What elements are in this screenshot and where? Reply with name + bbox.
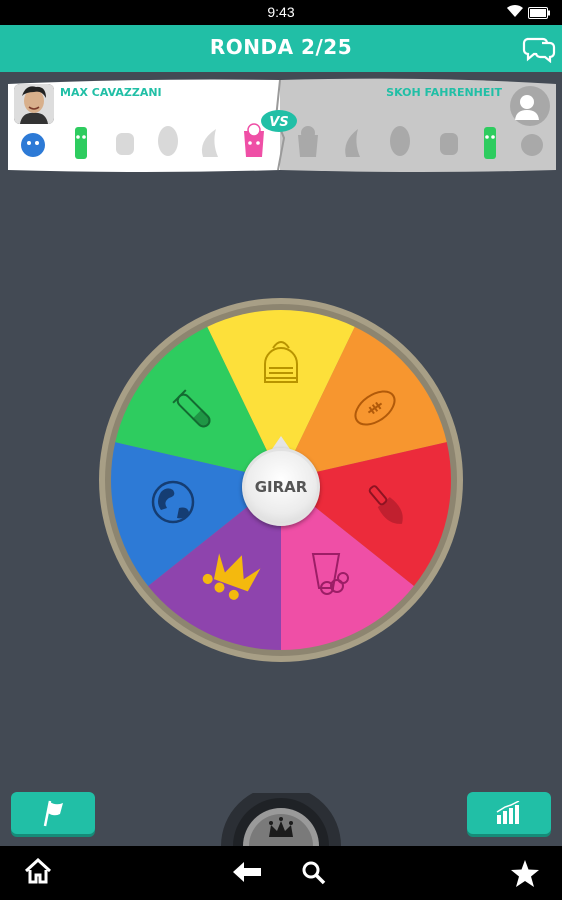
versus-bar: MAX CAVAZZANI SKOH FAHRENHEIT ? VS xyxy=(6,78,558,174)
svg-text:?: ? xyxy=(536,101,545,120)
chat-icon[interactable] xyxy=(522,35,556,67)
player1-name: MAX CAVAZZANI xyxy=(60,86,162,99)
spin-button[interactable]: GIRAR xyxy=(242,448,320,526)
round-title: RONDA 2/25 xyxy=(209,35,353,59)
character-locked-c-icon xyxy=(390,126,410,156)
character-locked-b-icon xyxy=(345,129,360,157)
character-locked-e-icon xyxy=(521,134,543,156)
search-icon[interactable] xyxy=(302,861,326,889)
wifi-icon xyxy=(506,4,524,21)
system-nav-bar xyxy=(0,846,562,900)
character-locked-2-icon xyxy=(158,126,178,156)
character-pink-icon xyxy=(244,123,264,157)
player1-characters xyxy=(21,123,264,159)
character-green-icon xyxy=(484,127,496,159)
character-green-icon xyxy=(75,127,87,159)
status-time: 9:43 xyxy=(267,4,295,20)
vs-label: VS xyxy=(269,115,288,130)
stats-button[interactable] xyxy=(467,792,551,834)
character-blue-icon xyxy=(21,133,45,157)
back-arrow-icon[interactable] xyxy=(233,862,261,886)
character-locked-d-icon xyxy=(440,133,458,155)
resign-button[interactable] xyxy=(11,792,95,834)
flag-icon xyxy=(43,800,63,827)
stats-icon xyxy=(496,801,520,824)
player1-avatar[interactable] xyxy=(14,84,54,124)
character-locked-a-icon xyxy=(298,126,318,157)
star-icon[interactable] xyxy=(511,860,539,891)
home-icon[interactable] xyxy=(24,857,52,888)
character-locked-1-icon xyxy=(116,133,134,155)
player2-characters xyxy=(298,126,543,159)
battery-icon xyxy=(528,6,550,22)
app-header: RONDA 2/25 xyxy=(0,25,562,72)
status-bar: 9:43 xyxy=(0,0,562,25)
player2-avatar[interactable]: ? xyxy=(510,86,550,126)
player2-name: SKOH FAHRENHEIT xyxy=(386,86,502,99)
crown-button[interactable] xyxy=(219,793,343,846)
spin-label: GIRAR xyxy=(254,478,308,496)
character-locked-3-icon xyxy=(201,129,218,157)
